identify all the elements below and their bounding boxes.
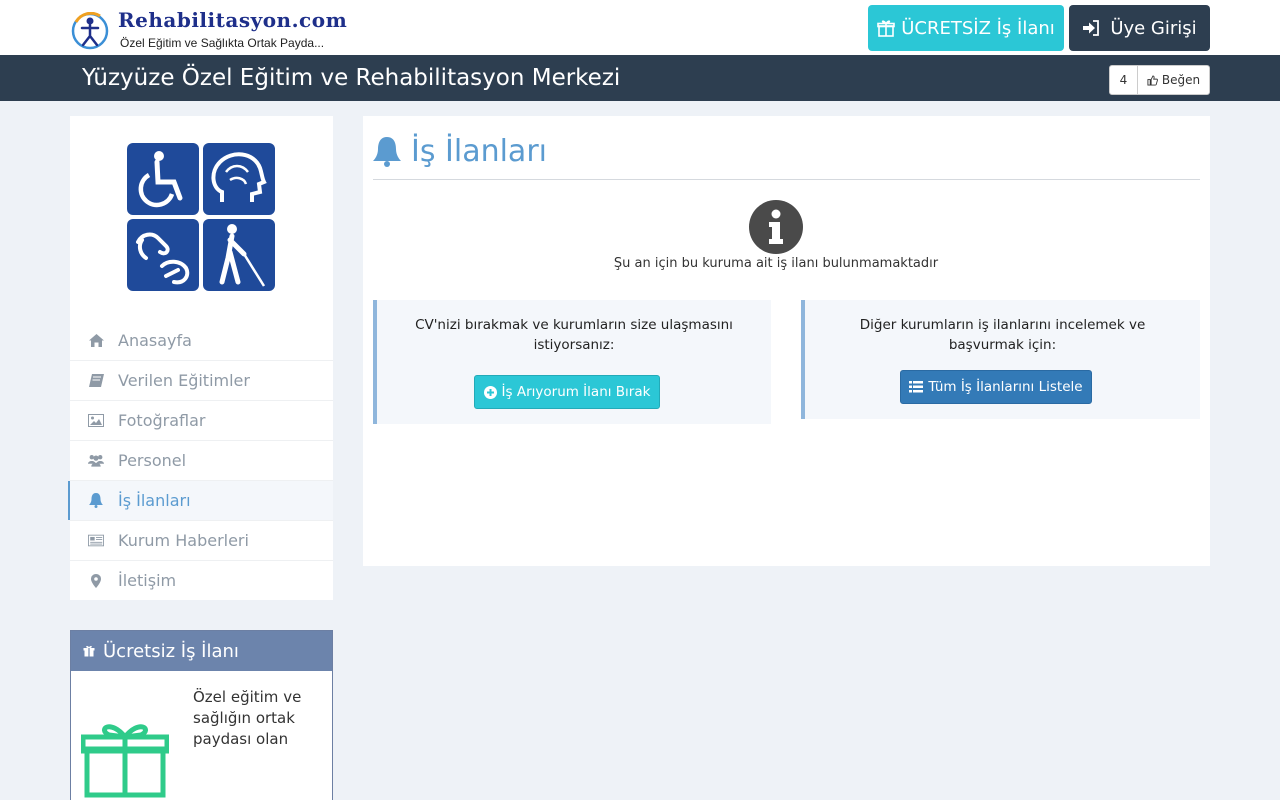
login-label: Üye Girişi [1110,17,1197,39]
sidebar: Anasayfa Verilen Eğitimler Fotoğraflar P… [68,116,333,600]
newspaper-icon [88,533,104,549]
info-circle-icon [749,200,803,254]
free-panel-header: Ücretsiz İş İlanı [71,631,332,671]
like-widget: 4 Beğen [1109,65,1210,95]
home-icon [88,332,104,348]
users-icon [88,453,104,469]
sidebar-item-contact[interactable]: İletişim [70,560,333,600]
leave-cv-button[interactable]: İş Arıyorum İlanı Bırak [474,375,660,409]
cv-card-text: CV'nizi bırakmak ve kurumların size ulaş… [415,317,733,353]
sidebar-item-news[interactable]: Kurum Haberleri [70,520,333,560]
sidebar-item-home[interactable]: Anasayfa [70,320,333,360]
list-icon [909,381,924,393]
main-content: İş İlanları Şu an için bu kuruma ait iş … [363,116,1210,566]
sidebar-item-label: İş İlanları [118,491,191,510]
book-icon [88,373,104,389]
institution-titlebar: Yüzyüze Özel Eğitim ve Rehabilitasyon Me… [0,55,1280,101]
sidebar-item-label: Anasayfa [118,330,192,350]
sidebar-item-label: Personel [118,451,187,470]
sign-in-icon [1083,20,1100,36]
image-icon [88,413,104,429]
free-job-ad-label: ÜCRETSİZ İş İlanı [901,17,1055,39]
sidebar-item-label: Fotoğraflar [118,411,206,430]
logo-emblem-icon [71,12,109,50]
logo-title: Rehabilitasyon.com [118,8,348,32]
sidebar-item-label: Verilen Eğitimler [118,371,250,390]
map-marker-icon [88,573,104,589]
cv-card: CV'nizi bırakmak ve kurumların size ulaş… [373,300,771,424]
institution-menu: Anasayfa Verilen Eğitimler Fotoğraflar P… [68,320,333,600]
gift-icon [877,20,896,37]
browse-jobs-text: Diğer kurumların iş ilanlarını incelemek… [859,317,1146,353]
page-title: Yüzyüze Özel Eğitim ve Rehabilitasyon Me… [82,65,621,91]
gift-illustration-icon [81,724,169,798]
thumbs-up-icon [1147,74,1158,86]
like-count: 4 [1110,66,1138,94]
free-job-ad-panel: Ücretsiz İş İlanı Özel eğitim ve sağlığı… [70,630,333,800]
plus-circle-icon [483,385,497,399]
gift-icon [83,645,95,657]
sidebar-item-photos[interactable]: Fotoğraflar [70,400,333,440]
list-all-jobs-label: Tüm İş İlanlarını Listele [928,379,1083,395]
top-header: Rehabilitasyon.com Özel Eğitim ve Sağlık… [0,0,1280,55]
heading-divider [373,179,1200,180]
sidebar-item-job-ads[interactable]: İş İlanları [68,480,333,520]
browse-jobs-card: Diğer kurumların iş ilanlarını incelemek… [801,300,1200,419]
leave-cv-label: İş Arıyorum İlanı Bırak [501,384,651,400]
free-panel-title: Ücretsiz İş İlanı [103,640,239,662]
sidebar-item-label: Kurum Haberleri [118,531,249,550]
sidebar-item-trainings[interactable]: Verilen Eğitimler [70,360,333,400]
sidebar-item-staff[interactable]: Personel [70,440,333,480]
disability-symbols-logo [127,143,275,291]
bell-icon [373,136,401,167]
free-panel-text: Özel eğitim ve sağlığın ortak paydası ol… [193,688,302,748]
empty-state-message: Şu an için bu kuruma ait iş ilanı bulunm… [613,256,939,271]
logo-subtitle: Özel Eğitim ve Sağlıkta Ortak Payda... [120,36,325,50]
free-job-ad-button[interactable]: ÜCRETSİZ İş İlanı [868,5,1064,51]
like-button[interactable]: Beğen [1138,66,1209,94]
login-button[interactable]: Üye Girişi [1069,5,1210,51]
bell-icon [88,493,104,509]
list-all-jobs-button[interactable]: Tüm İş İlanlarını Listele [900,370,1092,404]
section-title: İş İlanları [411,134,547,169]
site-logo[interactable]: Rehabilitasyon.com Özel Eğitim ve Sağlık… [70,8,347,52]
sidebar-item-label: İletişim [118,571,177,590]
section-heading: İş İlanları [373,134,547,169]
like-label: Beğen [1161,73,1201,87]
